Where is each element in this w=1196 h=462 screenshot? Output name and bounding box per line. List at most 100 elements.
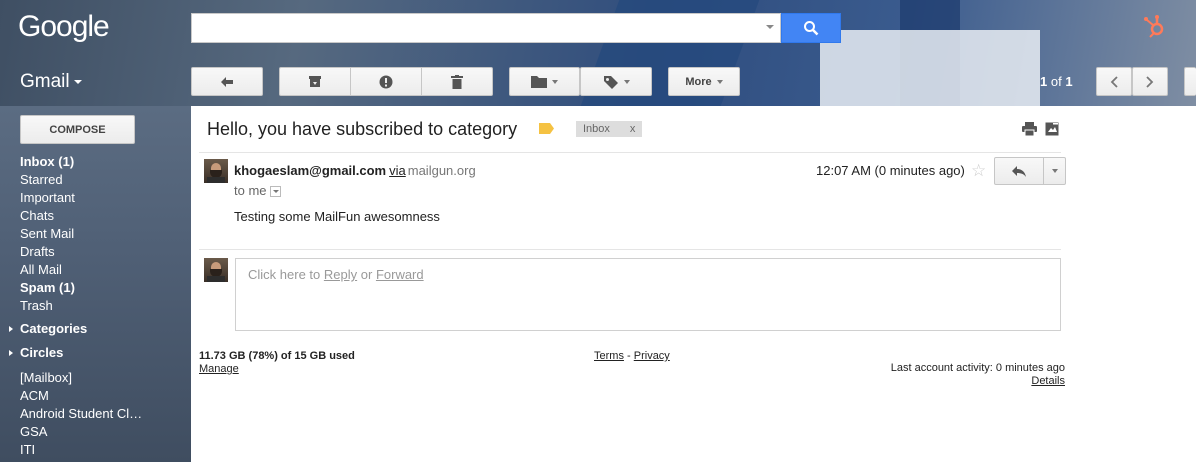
sidebar-item-acm[interactable]: ACM (20, 387, 190, 405)
categories-label: Categories (20, 321, 88, 336)
chevron-down-icon (1051, 169, 1058, 173)
storage-info: 11.73 GB (78%) of 15 GB used Manage (199, 350, 355, 375)
user-avatar (204, 258, 228, 282)
chevron-down-icon (716, 79, 723, 84)
chevron-right-icon (1146, 75, 1154, 88)
trash-icon (451, 74, 463, 89)
sidebar-item-chats[interactable]: Chats (20, 207, 190, 225)
storage-usage: 11.73 GB (78%) of 15 GB used (199, 350, 355, 362)
sidebar-circles[interactable]: Circles (9, 345, 64, 360)
chevron-down-icon (73, 79, 82, 84)
newer-button[interactable] (1096, 67, 1132, 96)
pager-count: 1 of 1 (1040, 74, 1073, 89)
arrow-back-icon (221, 76, 233, 87)
move-to-button[interactable] (509, 67, 580, 96)
archive-icon (309, 76, 321, 87)
compose-button[interactable]: COMPOSE (20, 115, 135, 144)
account-activity: Last account activity: 0 minutes ago Det… (891, 362, 1065, 387)
quick-reply-box[interactable]: Click here to Reply or Forward (235, 258, 1061, 331)
sidebar-item-starred[interactable]: Starred (20, 171, 190, 189)
new-window-icon[interactable] (1045, 122, 1059, 136)
via-domain: mailgun.org (407, 163, 476, 178)
sidebar-item-trash[interactable]: Trash (20, 297, 190, 315)
reply-prompt-prefix: Click here to (248, 267, 321, 282)
chevron-down-icon (552, 79, 558, 84)
reply-button[interactable] (995, 158, 1044, 184)
inbox-label-chip[interactable]: Inbox x (576, 121, 643, 137)
sidebar-item-drafts[interactable]: Drafts (20, 243, 190, 261)
search-options-icon[interactable] (766, 25, 774, 29)
report-spam-button[interactable] (351, 68, 422, 95)
recipient-line: to me (234, 183, 281, 198)
action-button-group (279, 67, 493, 96)
recipient-text: to me (234, 183, 267, 198)
settings-button[interactable] (1184, 67, 1196, 96)
via-link[interactable]: via (389, 163, 406, 178)
reply-prompt-or: or (360, 267, 373, 282)
details-link[interactable]: Details (891, 375, 1065, 387)
delete-button[interactable] (422, 68, 492, 95)
print-icon[interactable] (1022, 122, 1037, 136)
terms-link[interactable]: Terms (594, 350, 624, 362)
sender-email[interactable]: khogaeslam@gmail.com (234, 163, 386, 178)
sidebar-item-inbox[interactable]: Inbox (1) (20, 153, 190, 171)
inbox-label-text: Inbox (583, 123, 610, 135)
footer-separator: - (627, 350, 631, 362)
search-icon (804, 21, 819, 36)
folder-icon (531, 76, 547, 88)
sender-info: khogaeslam@gmail.com via mailgun.org (234, 163, 476, 178)
search-button[interactable] (781, 13, 841, 43)
forward-link[interactable]: Forward (376, 267, 424, 282)
more-label: More (685, 75, 712, 88)
label-icon (603, 75, 618, 89)
star-icon[interactable]: ☆ (971, 161, 986, 181)
footer-links: Terms - Privacy (594, 350, 670, 362)
back-button[interactable] (191, 67, 263, 96)
email-body: Testing some MailFun awesomness (234, 209, 440, 224)
reply-link[interactable]: Reply (324, 267, 357, 282)
expand-arrow-icon (9, 326, 13, 332)
sidebar-item-spam[interactable]: Spam (1) (20, 279, 190, 297)
pager-current: 1 (1040, 74, 1048, 89)
email-subject: Hello, you have subscribed to category (207, 119, 518, 139)
manage-storage-link[interactable]: Manage (199, 363, 355, 375)
privacy-link[interactable]: Privacy (634, 350, 670, 362)
divider (199, 249, 1061, 250)
hubspot-icon[interactable] (1142, 14, 1168, 40)
label-list: [Mailbox] ACM Android Student Cl… GSA IT… (20, 369, 190, 459)
chevron-down-icon (623, 79, 630, 84)
more-button[interactable]: More (668, 67, 740, 96)
remove-label-button[interactable]: x (630, 123, 636, 135)
sidebar-item-all-mail[interactable]: All Mail (20, 261, 190, 279)
gmail-menu[interactable]: Gmail (20, 71, 82, 93)
sidebar-item-mailbox[interactable]: [Mailbox] (20, 369, 190, 387)
older-button[interactable] (1132, 67, 1168, 96)
importance-marker-icon[interactable] (539, 123, 554, 134)
pager-of: of (1050, 74, 1062, 89)
pager-total: 1 (1065, 74, 1073, 89)
archive-button[interactable] (280, 68, 351, 95)
divider (199, 152, 1061, 153)
sidebar-categories[interactable]: Categories (9, 321, 88, 336)
sidebar-item-android-student-club[interactable]: Android Student Cl… (20, 405, 144, 423)
sidebar-item-sent-mail[interactable]: Sent Mail (20, 225, 190, 243)
last-activity-text: Last account activity: 0 minutes ago (890, 362, 1065, 374)
chevron-left-icon (1110, 75, 1118, 88)
labels-button[interactable] (580, 67, 652, 96)
gmail-label: Gmail (20, 71, 70, 92)
email-timestamp: 12:07 AM (0 minutes ago) (816, 163, 965, 178)
more-reply-options-button[interactable] (1044, 158, 1065, 184)
label-mailbox: [Mailbox] (20, 370, 73, 385)
alert-icon (379, 75, 393, 88)
reply-button-group (994, 157, 1066, 185)
show-details-button[interactable] (269, 186, 281, 198)
circles-label: Circles (20, 345, 64, 360)
search-input[interactable] (191, 13, 781, 43)
sidebar-item-gsa[interactable]: GSA (20, 423, 190, 441)
sidebar-item-iti[interactable]: ITI (20, 441, 190, 459)
sender-avatar[interactable] (204, 159, 228, 183)
sidebar-item-important[interactable]: Important (20, 189, 190, 207)
google-logo[interactable]: Google (18, 10, 110, 44)
reply-icon (1012, 165, 1026, 177)
folder-list: Inbox (1) Starred Important Chats Sent M… (20, 153, 190, 315)
